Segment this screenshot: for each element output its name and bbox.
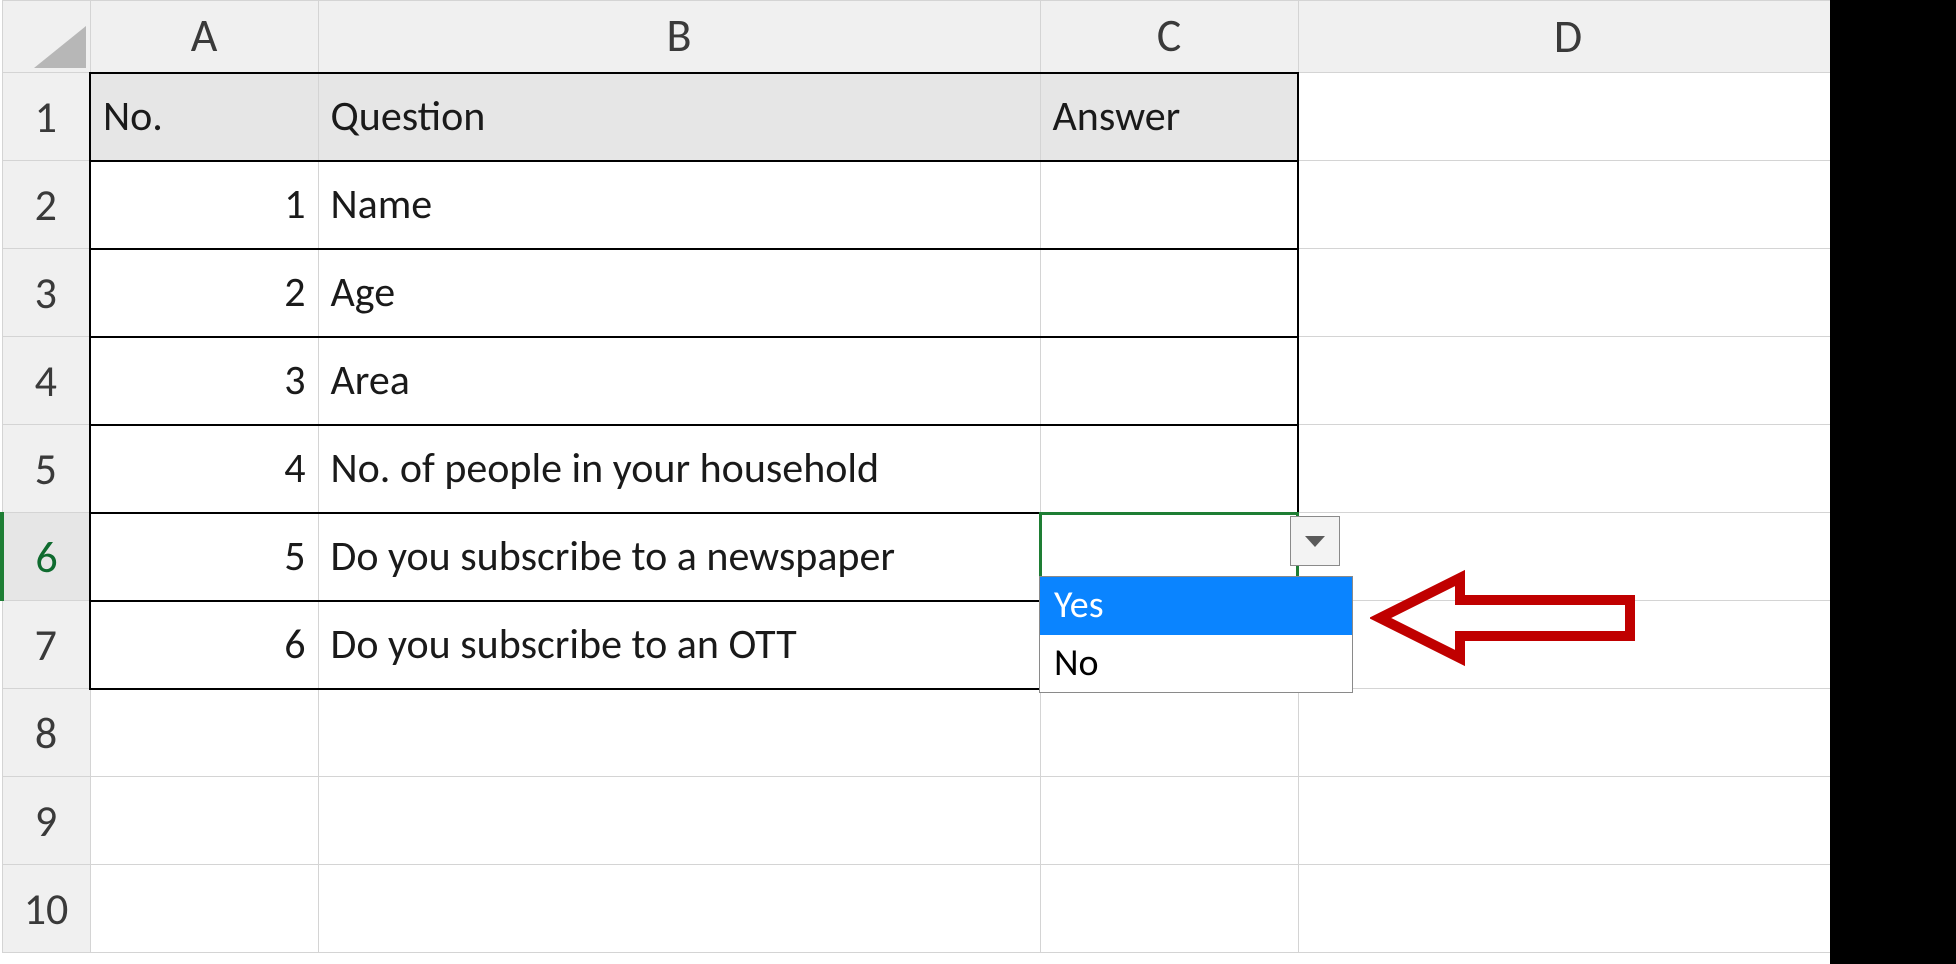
cropped-edge bbox=[1830, 0, 1956, 964]
cell-C5[interactable] bbox=[1040, 425, 1298, 513]
col-header-A[interactable]: A bbox=[90, 1, 318, 73]
select-all-corner[interactable] bbox=[2, 1, 90, 73]
data-row-10: 10 bbox=[2, 865, 1838, 953]
column-header-row: A B C D bbox=[2, 1, 1838, 73]
data-row-9: 9 bbox=[2, 777, 1838, 865]
cell-C4[interactable] bbox=[1040, 337, 1298, 425]
cell-B9[interactable] bbox=[318, 777, 1040, 865]
cell-B5[interactable]: No. of people in your household bbox=[318, 425, 1040, 513]
spreadsheet-grid: A B C D 1 No. Question Answer 2 1 Name 3… bbox=[0, 0, 1839, 953]
data-row-3: 3 2 Age bbox=[2, 249, 1838, 337]
data-validation-dropdown-button[interactable] bbox=[1290, 516, 1340, 566]
cell-D2[interactable] bbox=[1298, 161, 1838, 249]
cell-B1[interactable]: Question bbox=[318, 73, 1040, 161]
col-header-D[interactable]: D bbox=[1298, 1, 1838, 73]
select-all-triangle-icon bbox=[34, 26, 86, 68]
data-row-5: 5 4 No. of people in your household bbox=[2, 425, 1838, 513]
cell-C3[interactable] bbox=[1040, 249, 1298, 337]
row-header-9[interactable]: 9 bbox=[2, 777, 90, 865]
cell-B10[interactable] bbox=[318, 865, 1040, 953]
cell-D3[interactable] bbox=[1298, 249, 1838, 337]
cell-B2[interactable]: Name bbox=[318, 161, 1040, 249]
row-header-5[interactable]: 5 bbox=[2, 425, 90, 513]
row-header-3[interactable]: 3 bbox=[2, 249, 90, 337]
cell-B4[interactable]: Area bbox=[318, 337, 1040, 425]
cell-A9[interactable] bbox=[90, 777, 318, 865]
row-header-1[interactable]: 1 bbox=[2, 73, 90, 161]
cell-C9[interactable] bbox=[1040, 777, 1298, 865]
row-header-8[interactable]: 8 bbox=[2, 689, 90, 777]
cell-B3[interactable]: Age bbox=[318, 249, 1040, 337]
row-header-4[interactable]: 4 bbox=[2, 337, 90, 425]
cell-D5[interactable] bbox=[1298, 425, 1838, 513]
data-row-2: 2 1 Name bbox=[2, 161, 1838, 249]
row-header-6[interactable]: 6 bbox=[2, 513, 90, 601]
cell-D4[interactable] bbox=[1298, 337, 1838, 425]
dropdown-option-no[interactable]: No bbox=[1040, 635, 1352, 693]
dropdown-option-yes[interactable]: Yes bbox=[1040, 577, 1352, 635]
col-header-B[interactable]: B bbox=[318, 1, 1040, 73]
cell-C2[interactable] bbox=[1040, 161, 1298, 249]
row-header-2[interactable]: 2 bbox=[2, 161, 90, 249]
cell-D10[interactable] bbox=[1298, 865, 1838, 953]
chevron-down-icon bbox=[1305, 536, 1325, 547]
row-header-10[interactable]: 10 bbox=[2, 865, 90, 953]
data-validation-dropdown-list[interactable]: Yes No bbox=[1039, 576, 1353, 693]
cell-A2[interactable]: 1 bbox=[90, 161, 318, 249]
cell-A4[interactable]: 3 bbox=[90, 337, 318, 425]
cell-A10[interactable] bbox=[90, 865, 318, 953]
col-header-C[interactable]: C bbox=[1040, 1, 1298, 73]
data-row-1: 1 No. Question Answer bbox=[2, 73, 1838, 161]
cell-A3[interactable]: 2 bbox=[90, 249, 318, 337]
cell-B6[interactable]: Do you subscribe to a newspaper bbox=[318, 513, 1040, 601]
row-header-7[interactable]: 7 bbox=[2, 601, 90, 689]
cell-A1[interactable]: No. bbox=[90, 73, 318, 161]
cell-D8[interactable] bbox=[1298, 689, 1838, 777]
data-row-4: 4 3 Area bbox=[2, 337, 1838, 425]
cell-A8[interactable] bbox=[90, 689, 318, 777]
cell-A6[interactable]: 5 bbox=[90, 513, 318, 601]
cell-C1[interactable]: Answer bbox=[1040, 73, 1298, 161]
cell-D9[interactable] bbox=[1298, 777, 1838, 865]
cell-A5[interactable]: 4 bbox=[90, 425, 318, 513]
cell-C8[interactable] bbox=[1040, 689, 1298, 777]
annotation-arrow-icon bbox=[1370, 568, 1640, 668]
spreadsheet-area: A B C D 1 No. Question Answer 2 1 Name 3… bbox=[0, 0, 1830, 964]
cell-A7[interactable]: 6 bbox=[90, 601, 318, 689]
cell-B8[interactable] bbox=[318, 689, 1040, 777]
data-row-8: 8 bbox=[2, 689, 1838, 777]
cell-B7[interactable]: Do you subscribe to an OTT bbox=[318, 601, 1040, 689]
cell-C10[interactable] bbox=[1040, 865, 1298, 953]
cell-D1[interactable] bbox=[1298, 73, 1838, 161]
